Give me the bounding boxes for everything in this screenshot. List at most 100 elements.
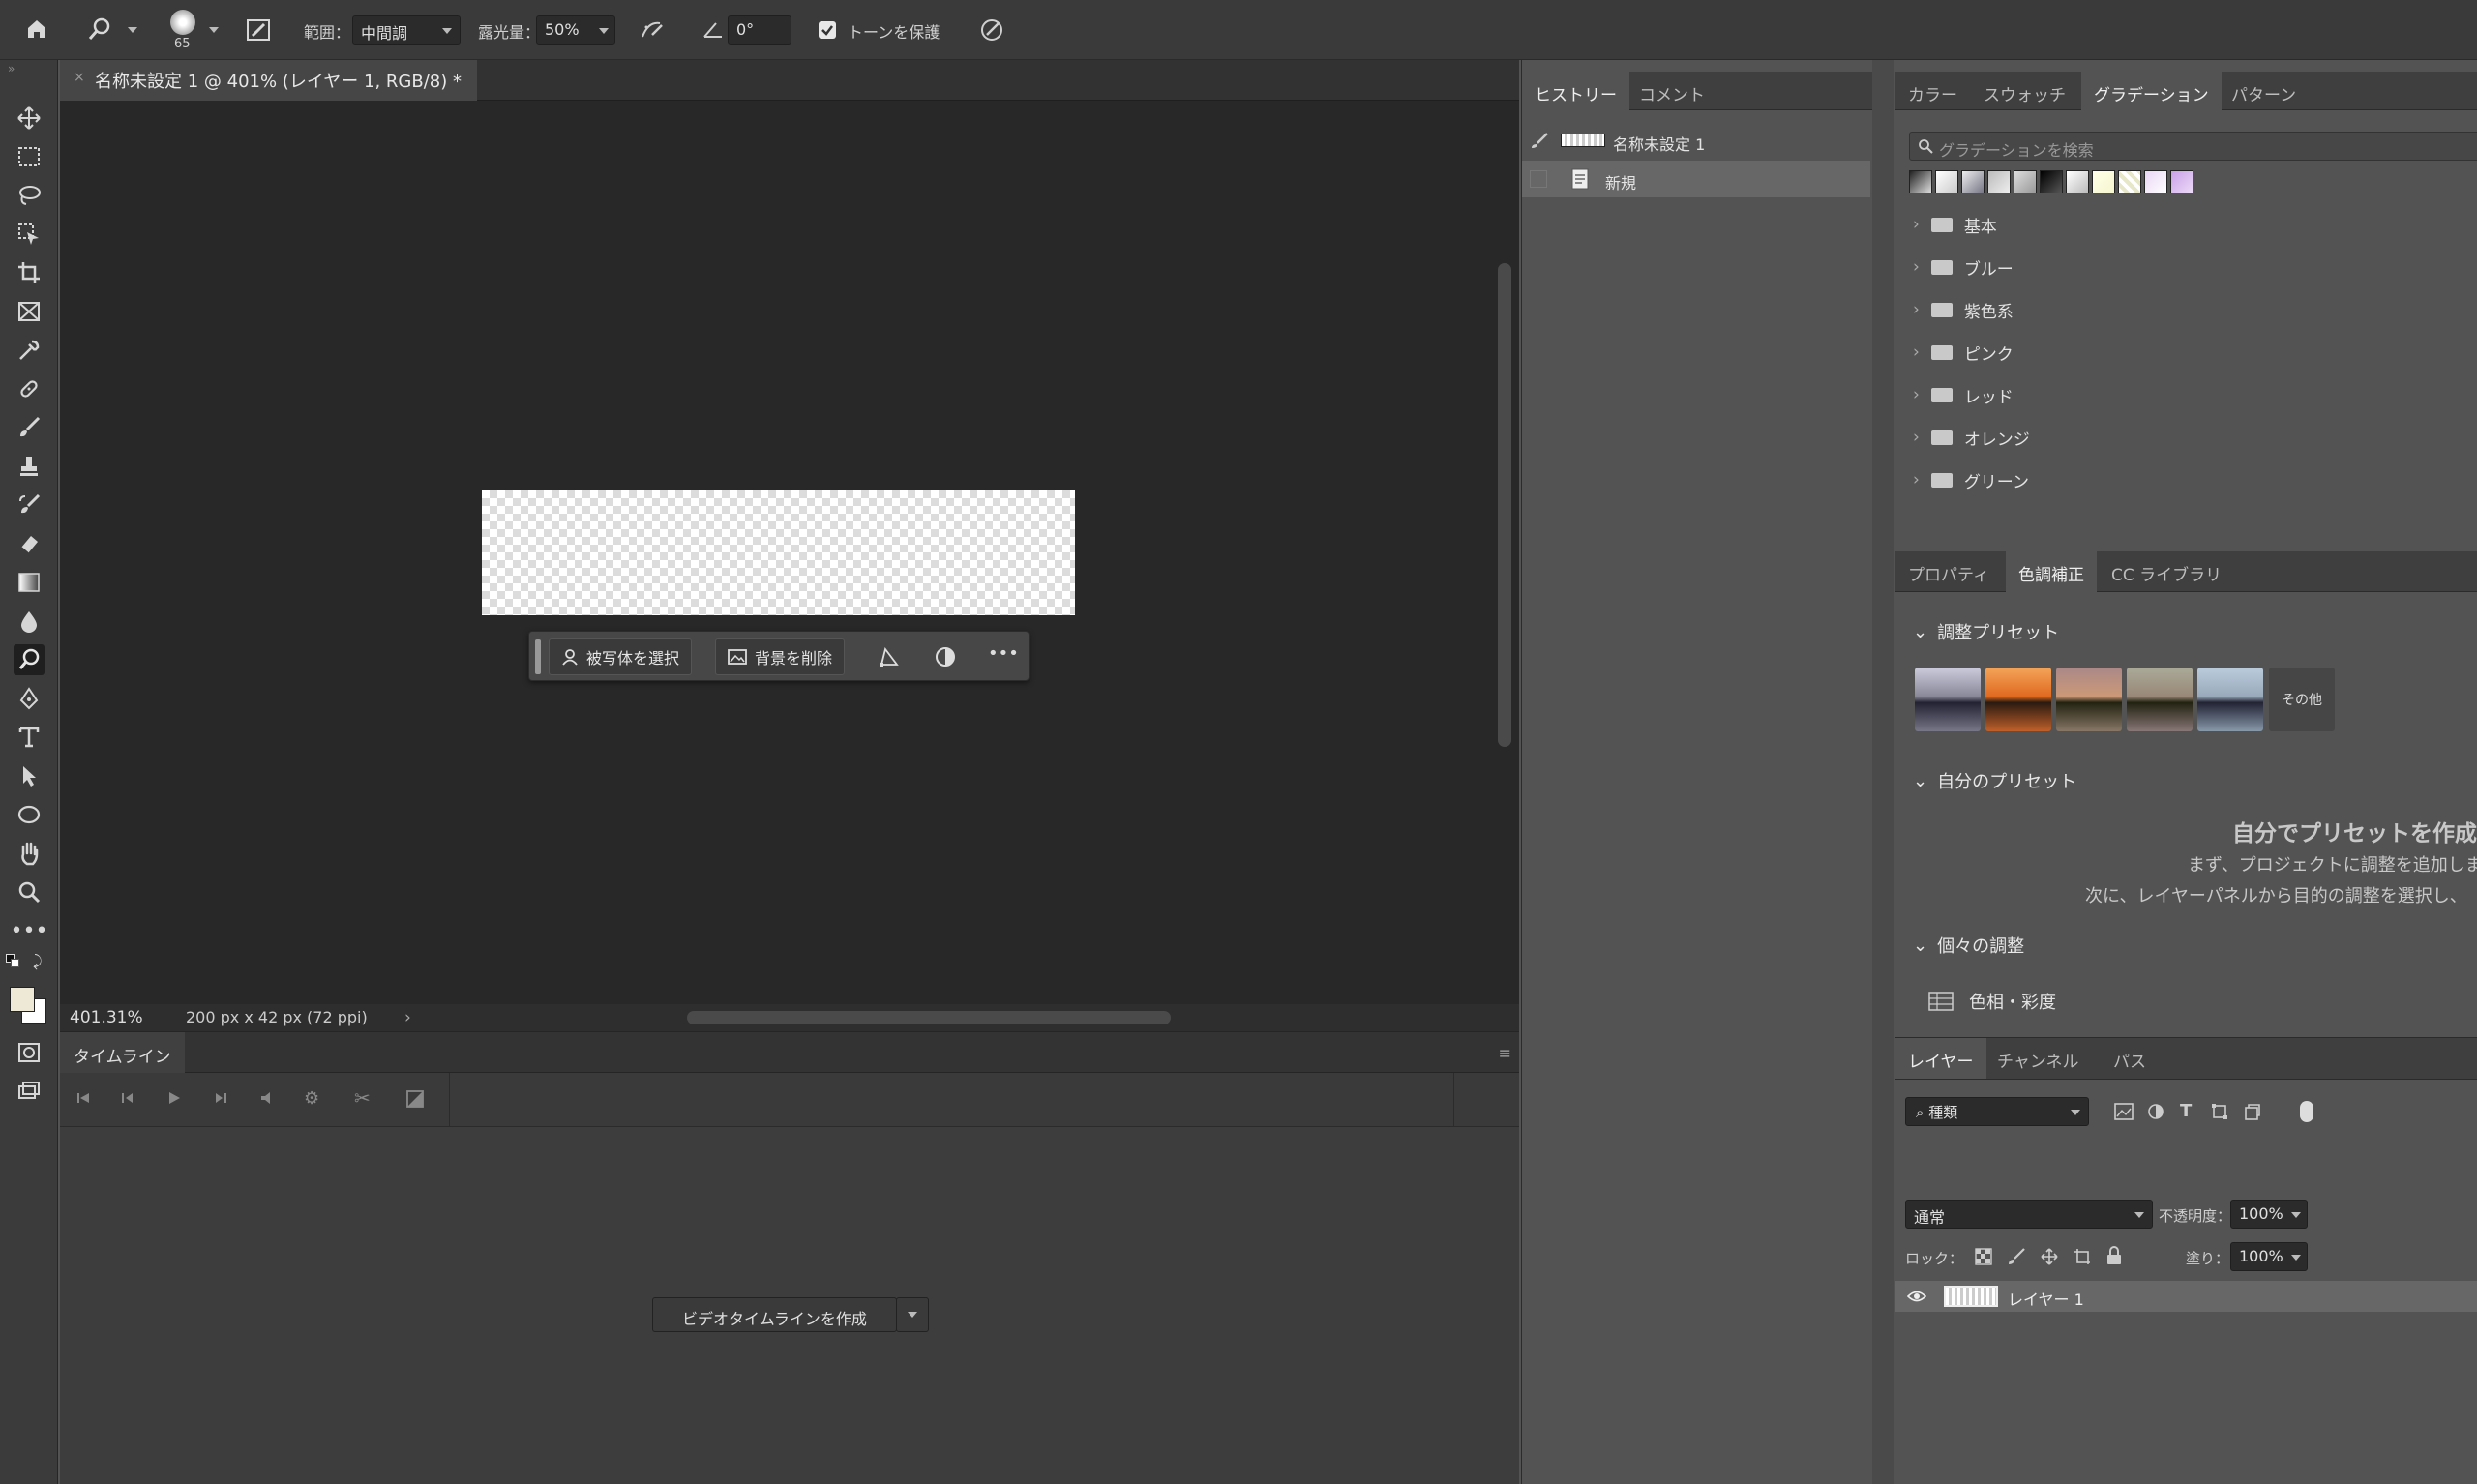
drag-handle[interactable] (535, 639, 541, 674)
blend-mode-select[interactable]: 通常 (1905, 1200, 2153, 1229)
crop-tool-icon[interactable] (14, 257, 45, 288)
exposure-input[interactable]: 50% (536, 15, 615, 45)
canvas-transparent-layer[interactable] (482, 490, 1075, 615)
adjustment-icon[interactable] (934, 645, 957, 668)
tab-history[interactable]: ヒストリー (1522, 72, 1629, 110)
scissors-icon[interactable]: ✂ (354, 1086, 371, 1110)
healing-brush-tool-icon[interactable] (14, 373, 45, 404)
adjustment-preset-thumbnail[interactable] (1985, 668, 2051, 731)
adjustment-preset-thumbnail[interactable] (1915, 668, 1981, 731)
filter-pixel-layer-icon[interactable] (2114, 1103, 2134, 1120)
gradient-swatch[interactable] (2040, 170, 2063, 193)
individual-adjustments-header[interactable]: ⌄ 個々の調整 (1913, 933, 2024, 958)
tab-gradients[interactable]: グラデーション (2081, 72, 2222, 110)
tab-properties[interactable]: プロパティ (1895, 551, 2002, 592)
zoom-tool-icon[interactable] (14, 876, 45, 907)
document-tab[interactable]: × 名称未設定 1 @ 401% (レイヤー 1, RGB/8) * (60, 60, 477, 101)
gradient-folder-orange[interactable]: › オレンジ (1913, 422, 2203, 453)
gradient-folder-purple[interactable]: › 紫色系 (1913, 294, 2203, 325)
hue-saturation-item[interactable]: 色相・彩度 (1928, 989, 2056, 1014)
history-state-new[interactable]: 新規 (1522, 161, 1870, 197)
marquee-tool-icon[interactable] (14, 141, 45, 172)
gradient-swatch[interactable] (2144, 170, 2167, 193)
vertical-scrollbar[interactable] (1498, 263, 1511, 747)
more-tools-icon[interactable]: ••• (11, 915, 48, 946)
layer-row[interactable]: レイヤー 1 (1895, 1281, 2477, 1312)
first-frame-icon[interactable] (75, 1090, 91, 1106)
history-source-checkbox[interactable] (1530, 170, 1547, 188)
filter-smart-object-icon[interactable] (2244, 1103, 2261, 1120)
gradient-search-field[interactable]: グラデーションを検索 (1909, 132, 2477, 161)
lock-artboard-icon[interactable] (2074, 1248, 2091, 1265)
adjustment-preset-thumbnail[interactable] (2197, 668, 2263, 731)
chevron-down-icon[interactable] (209, 27, 219, 33)
lock-all-icon[interactable] (2106, 1246, 2122, 1265)
create-video-timeline-button[interactable]: ビデオタイムラインを作成 (652, 1297, 897, 1332)
next-frame-icon[interactable] (213, 1090, 228, 1106)
home-icon[interactable] (25, 17, 48, 41)
close-icon[interactable]: × (74, 70, 85, 85)
select-subject-button[interactable]: 被写体を選択 (549, 638, 693, 675)
tab-comments[interactable]: コメント (1626, 72, 1717, 110)
filter-shape-layer-icon[interactable] (2211, 1103, 2228, 1120)
clone-stamp-tool-icon[interactable] (14, 451, 45, 482)
frame-tool-icon[interactable] (14, 296, 45, 327)
lock-image-pixels-icon[interactable] (2008, 1248, 2025, 1265)
filter-adjustment-layer-icon[interactable] (2147, 1103, 2164, 1120)
pressure-icon[interactable] (979, 17, 1004, 43)
zoom-level[interactable]: 401.31% (70, 1008, 143, 1027)
tab-channels[interactable]: チャンネル (1985, 1038, 2092, 1079)
lock-position-icon[interactable] (2041, 1248, 2058, 1265)
adjustment-preset-thumbnail[interactable] (2056, 668, 2122, 731)
airbrush-icon[interactable] (639, 17, 666, 43)
filter-type-layer-icon[interactable]: T (2180, 1101, 2192, 1121)
gradient-folder-blue[interactable]: › ブルー (1913, 252, 2203, 282)
adjustment-presets-header[interactable]: ⌄ 調整プリセット (1913, 619, 2059, 644)
pen-tool-icon[interactable] (14, 683, 45, 714)
my-presets-header[interactable]: ⌄ 自分のプリセット (1913, 768, 2076, 793)
eye-icon[interactable] (1907, 1288, 1926, 1305)
chevron-down-icon[interactable] (128, 27, 137, 33)
tab-adjustments[interactable]: 色調補正 (2006, 551, 2097, 592)
hand-tool-icon[interactable] (14, 838, 45, 869)
object-selection-tool-icon[interactable] (14, 219, 45, 250)
more-presets-button[interactable]: その他 (2269, 668, 2335, 731)
transform-icon[interactable] (878, 645, 901, 668)
horizontal-scrollbar[interactable] (687, 1011, 1171, 1024)
gradient-folder-green[interactable]: › グリーン (1913, 464, 2203, 495)
move-tool-icon[interactable] (14, 103, 45, 134)
collapse-icon[interactable]: » (8, 62, 15, 75)
adjustment-preset-thumbnail[interactable] (2127, 668, 2193, 731)
gradient-folder-red[interactable]: › レッド (1913, 379, 2203, 410)
history-brush-tool-icon[interactable] (14, 490, 45, 520)
ellipse-tool-icon[interactable] (14, 799, 45, 830)
path-selection-tool-icon[interactable] (14, 760, 45, 791)
gradient-swatch[interactable] (1987, 170, 2011, 193)
tab-timeline[interactable]: タイムライン (60, 1032, 185, 1073)
tab-color[interactable]: カラー (1895, 72, 1970, 110)
play-icon[interactable] (166, 1090, 182, 1106)
dodge-tool-icon[interactable] (14, 644, 45, 675)
brush-tool-icon[interactable] (14, 412, 45, 443)
brush-settings-icon[interactable] (246, 17, 271, 43)
previous-frame-icon[interactable] (120, 1090, 135, 1106)
gradient-tool-icon[interactable] (14, 567, 45, 598)
filter-toggle-switch[interactable] (2300, 1101, 2313, 1122)
fill-input[interactable]: 100% (2230, 1242, 2308, 1271)
tab-layers[interactable]: レイヤー (1895, 1038, 1986, 1079)
tab-patterns[interactable]: パターン (2219, 72, 2309, 110)
gradient-swatch[interactable] (1935, 170, 1958, 193)
protect-tones-checkbox[interactable] (819, 21, 836, 39)
remove-background-button[interactable]: 背景を削除 (715, 638, 846, 675)
brush-preview-icon[interactable] (170, 10, 195, 35)
angle-input[interactable]: 0° (728, 15, 791, 45)
gradient-swatch[interactable] (2066, 170, 2089, 193)
gradient-swatch[interactable] (2092, 170, 2115, 193)
gradient-swatch[interactable] (2014, 170, 2037, 193)
gradient-folder-basic[interactable]: › 基本 (1913, 209, 2203, 240)
gradient-swatch[interactable] (1909, 170, 1932, 193)
eraser-tool-icon[interactable] (14, 528, 45, 559)
blur-tool-icon[interactable] (14, 606, 45, 637)
tab-cc-libraries[interactable]: CC ライブラリ (2099, 551, 2234, 592)
default-colors-icon[interactable] (6, 954, 19, 967)
